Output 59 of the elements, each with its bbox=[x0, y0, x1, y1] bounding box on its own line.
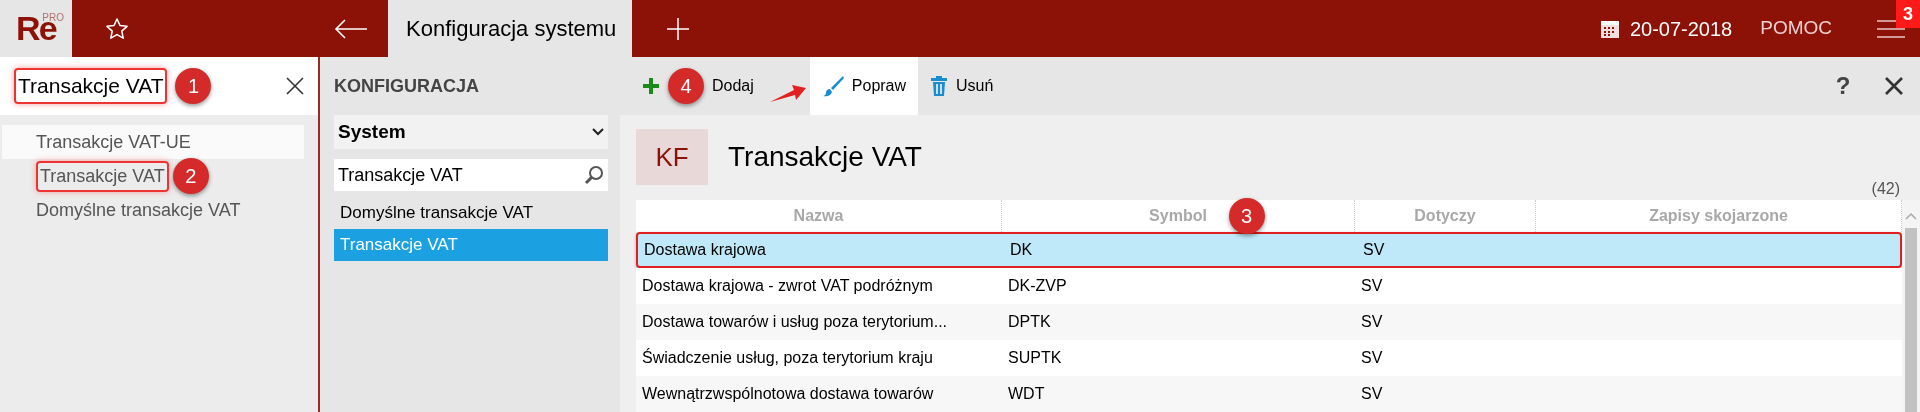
table-cell-text: SV bbox=[1361, 312, 1383, 332]
delete-button[interactable]: Usuń bbox=[918, 57, 1006, 115]
search-field[interactable]: Transakcje VAT bbox=[334, 159, 608, 191]
paintbrush-icon bbox=[821, 75, 844, 97]
record-badge: KF bbox=[636, 129, 708, 185]
config-item[interactable]: Domyślne transakcje VAT bbox=[334, 197, 608, 229]
help-button[interactable]: ? bbox=[1818, 57, 1868, 115]
search-field[interactable]: Transakcje VAT 1 bbox=[0, 57, 318, 115]
date-label: 20-07-2018 bbox=[1629, 16, 1733, 42]
callout-badge: 1 bbox=[175, 68, 212, 104]
record-count: (42) bbox=[1871, 179, 1900, 199]
table-cell-text: Dostawa towarów i usług poza terytorium... bbox=[642, 312, 947, 332]
table-cell-text: SV bbox=[1363, 240, 1385, 260]
search-result[interactable]: Transakcje VAT-UE bbox=[2, 125, 304, 159]
callout-badge: 3 bbox=[1228, 198, 1265, 234]
active-tab[interactable]: Konfiguracja systemu bbox=[388, 0, 632, 57]
search-result[interactable]: Transakcje VAT 2 bbox=[2, 159, 304, 193]
record-title: Transakcje VAT bbox=[728, 140, 922, 174]
table-row[interactable]: Dostawa towarów i usług poza terytorium... DPTK SV bbox=[636, 304, 1902, 340]
scrollbar-thumb[interactable] bbox=[1905, 228, 1917, 412]
search-icon bbox=[584, 165, 604, 185]
table-cell-text: Świadczenie usług, poza terytorium kraju bbox=[642, 347, 933, 368]
notification-badge: 3 bbox=[1896, 0, 1920, 28]
chevron-down-icon bbox=[592, 128, 604, 136]
table-cell-text: SV bbox=[1361, 348, 1383, 368]
table-cell-text: SUPTK bbox=[1008, 348, 1062, 368]
table-cell-text: Dostawa krajowa bbox=[644, 240, 766, 260]
search-result[interactable]: Domyślne transakcje VAT bbox=[2, 193, 304, 227]
table-cell-text: SV bbox=[1361, 276, 1383, 296]
table-row[interactable]: Świadczenie usług, poza terytorium kraju SUPTK SV bbox=[636, 340, 1902, 376]
table-cell-text: WDT bbox=[1008, 384, 1045, 404]
table-row[interactable]: Dostawa krajowa - zwrot VAT podróżnym DK-ZVP SV bbox=[636, 268, 1902, 304]
table-cell-text: DPTK bbox=[1008, 312, 1051, 332]
table-cell-text: SV bbox=[1361, 384, 1383, 404]
plus-icon bbox=[666, 16, 690, 41]
category-dropdown[interactable]: System bbox=[334, 115, 608, 149]
add-button[interactable]: 4 Dodaj bbox=[630, 57, 766, 115]
table-cell-text: Wewnątrzwspólnotowa dostawa towarów bbox=[642, 384, 934, 404]
trash-icon bbox=[930, 76, 949, 96]
panel-heading: KONFIGURACJA bbox=[334, 74, 480, 98]
table-cell-text: DK-ZVP bbox=[1008, 276, 1067, 296]
menu-icon bbox=[1877, 18, 1905, 39]
help-link[interactable]: POMOC bbox=[1760, 0, 1832, 57]
close-icon bbox=[1885, 77, 1903, 95]
edit-button[interactable]: Popraw bbox=[809, 57, 919, 115]
star-icon bbox=[105, 16, 129, 41]
scroll-up-icon bbox=[1905, 212, 1917, 220]
back-arrow-icon bbox=[334, 18, 368, 39]
search-value: Transakcje VAT bbox=[14, 68, 168, 104]
close-icon bbox=[286, 77, 304, 95]
calendar-icon bbox=[1599, 18, 1620, 39]
callout-badge: 4 bbox=[668, 68, 704, 104]
table-row[interactable]: Wewnątrzwspólnotowa dostawa towarów WDT SV bbox=[636, 376, 1902, 412]
table-cell-text: Dostawa krajowa - zwrot VAT podróżnym bbox=[642, 276, 933, 296]
table-row[interactable]: Dostawa krajowa DK SV bbox=[636, 232, 1902, 268]
table-cell-text: DK bbox=[1010, 240, 1033, 260]
app-logo: RePRO bbox=[0, 0, 72, 57]
callout-badge: 2 bbox=[172, 158, 209, 194]
plus-icon bbox=[642, 77, 660, 95]
